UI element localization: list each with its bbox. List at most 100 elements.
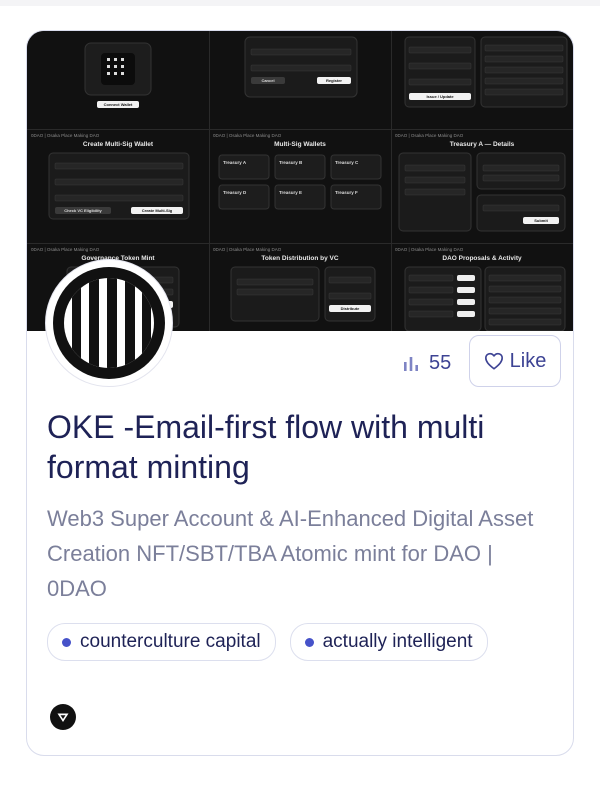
thumb-input <box>488 296 562 304</box>
project-description: Web3 Super Account & AI-Enhanced Digital… <box>47 506 534 601</box>
treasury-card <box>274 184 326 210</box>
treasury-card <box>218 154 270 180</box>
thumb-input <box>484 88 564 96</box>
tag-list: counterculture capital actually intellig… <box>47 623 488 661</box>
thumb-input <box>482 204 560 212</box>
qr-dot <box>121 65 124 68</box>
thumb-button-label: Create Multi-Sig <box>142 208 173 213</box>
thumb-input <box>482 174 560 182</box>
panel-breadcrumb: 0DAO | Osaka Place Making DAO <box>213 247 282 252</box>
treasury-name: Treasury A <box>223 160 247 165</box>
panel-breadcrumb: 0DAO | Osaka Place Making DAO <box>395 133 464 138</box>
like-button[interactable]: Like <box>469 335 561 387</box>
thumb-input <box>54 178 184 186</box>
thumb-button-label: Check VC Eligibility <box>64 208 102 213</box>
project-avatar[interactable] <box>45 259 173 387</box>
thumb-input <box>408 286 454 294</box>
thumb-input <box>408 62 472 70</box>
tag-dot-icon <box>304 637 314 647</box>
thumb-input <box>484 77 564 85</box>
thumb-button-label: Cancel <box>261 78 274 83</box>
qr-dot <box>121 72 124 75</box>
thumb-input <box>54 194 184 202</box>
tag-chip[interactable]: actually intelligent <box>289 623 488 661</box>
thumb-input <box>404 188 466 196</box>
qr-dot <box>114 65 117 68</box>
project-card[interactable]: 0DAO | Osaka Place Making DAO Create Mult… <box>26 30 574 756</box>
thumb-input <box>250 64 352 72</box>
panel-divider <box>27 243 573 244</box>
views-counter: 55 <box>403 349 451 377</box>
thumb-input <box>408 78 472 86</box>
views-count: 55 <box>429 351 452 374</box>
panel-breadcrumb: 0DAO | Osaka Place Making DAO <box>31 247 100 252</box>
project-title[interactable]: OKE -Email-first flow with multi format … <box>47 407 557 487</box>
proposal-vote-button <box>457 311 475 317</box>
thumb-button-label: Register <box>326 78 342 83</box>
proposal-vote-button <box>457 275 475 281</box>
treasury-name: Treasury C <box>335 160 359 165</box>
panel-title: Token Distribution by VC <box>261 255 338 262</box>
qr-frame <box>101 53 135 85</box>
thumb-input <box>236 288 314 296</box>
heart-icon <box>484 352 503 370</box>
striped-circle-logo <box>53 267 165 379</box>
qr-dot <box>107 58 110 61</box>
treasury-name: Treasury D <box>223 190 247 195</box>
thumb-input <box>488 285 562 293</box>
thumb-input <box>484 44 564 52</box>
thumb-input <box>408 46 472 54</box>
treasury-name: Treasury E <box>279 190 302 195</box>
panel-divider <box>27 129 573 130</box>
tag-label: actually intelligent <box>322 631 473 652</box>
thumb-input <box>488 318 562 326</box>
thumb-input <box>404 164 466 172</box>
like-label: Like <box>509 349 547 372</box>
thumb-input <box>408 298 454 306</box>
thumb-input <box>250 48 352 56</box>
treasury-card <box>274 154 326 180</box>
thumb-input <box>404 176 466 184</box>
panel-title: Multi-Sig Wallets <box>274 141 326 148</box>
treasury-card <box>330 184 382 210</box>
thumb-input <box>482 164 560 172</box>
qr-dot <box>114 72 117 75</box>
proposal-vote-button <box>457 287 475 293</box>
panel-title: Create Multi-Sig Wallet <box>83 141 154 148</box>
top-strip <box>0 0 600 6</box>
thumb-input <box>408 274 454 282</box>
platform-hex-icon[interactable] <box>49 703 77 731</box>
new-proposal-box <box>476 194 566 232</box>
qr-dot <box>121 58 124 61</box>
thumb-input <box>236 278 314 286</box>
panel-title: DAO Proposals & Activity <box>442 255 522 262</box>
thumb-input <box>54 162 184 170</box>
thumb-input <box>328 276 372 284</box>
thumb-button-label: Connect Wallet <box>104 102 133 107</box>
treasury-name: Treasury F <box>335 190 358 195</box>
qr-dot <box>107 72 110 75</box>
thumb-input <box>484 66 564 74</box>
qr-dot <box>114 58 117 61</box>
panel-divider <box>391 31 392 331</box>
panel-breadcrumb: 0DAO | Osaka Place Making DAO <box>213 133 282 138</box>
panel-breadcrumb: 0DAO | Osaka Place Making DAO <box>31 133 100 138</box>
thumb-input <box>408 310 454 318</box>
qr-dot <box>107 65 110 68</box>
tag-label: counterculture capital <box>80 631 261 652</box>
panel-divider <box>209 31 210 331</box>
thumb-button-label: Submit <box>534 218 548 223</box>
thumb-input <box>328 292 372 300</box>
proposal-vote-button <box>457 299 475 305</box>
thumb-input <box>488 274 562 282</box>
thumb-button-label: Issue / Update <box>426 94 454 99</box>
treasury-card <box>218 184 270 210</box>
thumb-input <box>484 55 564 63</box>
panel-breadcrumb: 0DAO | Osaka Place Making DAO <box>395 247 464 252</box>
tag-chip[interactable]: counterculture capital <box>47 623 276 661</box>
bar-chart-icon <box>404 357 418 371</box>
tag-dot-icon <box>62 637 71 647</box>
thumb-button-label: Distribute <box>341 306 360 311</box>
panel-title: Treasury A — Details <box>450 141 515 148</box>
thumb-input <box>488 307 562 315</box>
